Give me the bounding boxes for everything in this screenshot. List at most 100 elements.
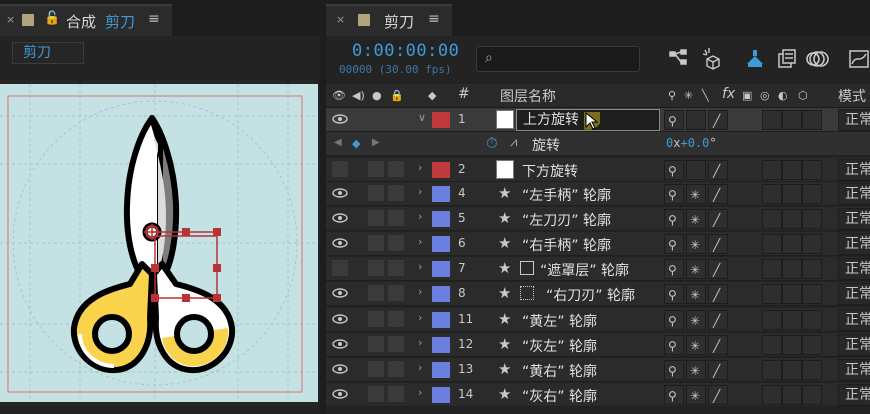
transform-handle[interactable] <box>213 294 221 302</box>
adjustment-switch[interactable] <box>782 184 802 204</box>
layer-row-4[interactable]: › 4 ★ “左手柄” 轮廓 ⚲ ✳ ╱ 正常 <box>326 182 870 206</box>
rotation-value[interactable]: 0x+0.0° <box>666 136 717 150</box>
rotation-property-row[interactable]: ◀ ◆ ▶ ⏱ ⩘ 旋转 0x+0.0° <box>326 132 870 156</box>
timeline-tab[interactable]: × 剪刀 ≡ <box>326 4 452 36</box>
visibility-eye-icon[interactable] <box>332 312 348 326</box>
motion-blur-switch[interactable] <box>762 360 782 380</box>
collapse-switch[interactable]: ✳ <box>686 385 706 405</box>
3d-switch[interactable] <box>802 284 822 304</box>
visibility-eye-icon[interactable] <box>332 112 348 126</box>
shy-switch[interactable]: ⚲ <box>664 209 684 229</box>
chevron-right-icon[interactable]: › <box>418 235 422 248</box>
visibility-eye-icon[interactable] <box>332 236 348 250</box>
adjustment-switch[interactable] <box>782 209 802 229</box>
solo-toggle[interactable] <box>368 336 384 352</box>
solo-icon[interactable]: ● <box>372 89 382 102</box>
visibility-eye-icon[interactable] <box>332 362 348 376</box>
video-eye-icon[interactable]: 👁 <box>332 89 346 102</box>
lock-toggle[interactable] <box>388 386 404 402</box>
shy-switch[interactable]: ⚲ <box>664 184 684 204</box>
lock-toggle[interactable] <box>388 311 404 327</box>
label-color-swatch[interactable] <box>432 261 450 277</box>
quality-switch[interactable]: ╱ <box>708 234 728 254</box>
quality-switch[interactable]: ╱ <box>708 335 728 355</box>
layer-row-12[interactable]: › 12 ★ “灰左” 轮廓 ⚲ ✳ ╱ 正常 <box>326 333 870 357</box>
current-time-display[interactable]: 0:00:00:00 <box>352 41 459 61</box>
transform-handle[interactable] <box>151 294 159 302</box>
transform-handle[interactable] <box>213 228 221 236</box>
chevron-right-icon[interactable]: › <box>418 210 422 223</box>
motion-blur-icon[interactable] <box>806 46 832 72</box>
motion-blur-switch[interactable] <box>762 310 782 330</box>
chevron-down-icon[interactable]: ∨ <box>418 111 426 124</box>
layer-name[interactable]: “左手柄” 轮廓 <box>522 185 611 205</box>
label-color-swatch[interactable] <box>432 362 450 378</box>
stopwatch-icon[interactable]: ⏱ <box>486 134 498 152</box>
layer-row-13[interactable]: › 13 ★ “黄右” 轮廓 ⚲ ✳ ╱ 正常 <box>326 358 870 382</box>
shy-switch[interactable]: ⚲ <box>664 335 684 355</box>
adjustment-switch[interactable] <box>782 335 802 355</box>
adjustment-switch[interactable] <box>782 234 802 254</box>
lock-toggle[interactable] <box>388 361 404 377</box>
shy-switch[interactable]: ⚲ <box>664 360 684 380</box>
motion-blur-switch[interactable] <box>762 110 782 130</box>
chevron-right-icon[interactable]: › <box>418 336 422 349</box>
composition-breadcrumb[interactable]: 剪刀 <box>12 42 84 64</box>
solo-toggle[interactable] <box>368 111 384 127</box>
label-color-swatch[interactable] <box>432 236 450 252</box>
panel-menu-icon[interactable]: ≡ <box>148 11 160 27</box>
layer-row-14[interactable]: › 14 ★ “灰右” 轮廓 ⚲ ✳ ╱ 正常 <box>326 383 870 407</box>
adjustment-switch[interactable] <box>782 160 802 180</box>
blend-mode-select[interactable]: 正常 <box>838 359 870 381</box>
solo-toggle[interactable] <box>368 161 384 177</box>
blend-mode-select[interactable]: 正常 <box>838 258 870 280</box>
layer-row-6[interactable]: › 6 ★ “右手柄” 轮廓 ⚲ ✳ ╱ 正常 <box>326 232 870 256</box>
lock-icon[interactable]: 🔒 <box>390 89 404 102</box>
blend-mode-select[interactable]: 正常 <box>838 159 870 181</box>
collapse-switch[interactable]: ✳ <box>686 360 706 380</box>
shy-switch[interactable]: ⚲ <box>664 310 684 330</box>
graph-icon[interactable]: ⩘ <box>510 135 517 150</box>
collapse-switch[interactable]: ✳ <box>686 184 706 204</box>
transform-handle[interactable] <box>182 294 190 302</box>
layer-row-2[interactable]: › 2 下方旋转 ⚲ ╱ 正常 <box>326 158 870 182</box>
solo-toggle[interactable] <box>368 260 384 276</box>
visibility-toggle[interactable] <box>332 161 348 177</box>
layer-row-8[interactable]: › 8 ★ “右刀刃” 轮廓 ⚲ ✳ ╱ 正常 <box>326 282 870 306</box>
blend-mode-select[interactable]: 正常 <box>838 233 870 255</box>
layer-row-7[interactable]: › 7 ★ “遮罩层” 轮廓 ⚲ ✳ ╱ 正常 <box>326 257 870 281</box>
motion-blur-switch[interactable] <box>762 284 782 304</box>
collapse-switch[interactable]: ✳ <box>686 259 706 279</box>
lock-toggle[interactable] <box>388 210 404 226</box>
collapse-switch[interactable]: ✳ <box>686 284 706 304</box>
solo-toggle[interactable] <box>368 311 384 327</box>
solo-toggle[interactable] <box>368 285 384 301</box>
collapse-switch[interactable]: ✳ <box>686 310 706 330</box>
shy-switch[interactable]: ⚲ <box>664 160 684 180</box>
motion-blur-switch[interactable] <box>762 234 782 254</box>
lock-toggle[interactable] <box>388 235 404 251</box>
quality-switch[interactable]: ╱ <box>708 284 728 304</box>
keyframe-icon[interactable]: ◆ <box>352 137 360 150</box>
blend-mode-select[interactable]: 正常 <box>838 334 870 356</box>
composition-tab[interactable]: × 🔓 合成 剪刀 ≡ <box>0 4 172 36</box>
collapse-switch[interactable] <box>686 110 706 130</box>
chevron-right-icon[interactable]: › <box>418 361 422 374</box>
layer-name[interactable]: “右刀刃” 轮廓 <box>546 285 635 305</box>
transform-handle[interactable] <box>213 264 221 272</box>
shy-switch[interactable]: ⚲ <box>664 234 684 254</box>
blend-mode-select[interactable]: 正常 <box>838 283 870 305</box>
quality-switch[interactable]: ╱ <box>708 360 728 380</box>
layer-name[interactable]: “黄右” 轮廓 <box>522 361 597 381</box>
layer-name[interactable]: “遮罩层” 轮廓 <box>540 260 629 280</box>
label-color-swatch[interactable] <box>432 337 450 353</box>
blend-mode-select[interactable]: 正常 <box>838 109 870 131</box>
composition-viewer[interactable] <box>0 80 318 406</box>
solo-toggle[interactable] <box>368 185 384 201</box>
blend-mode-select[interactable]: 正常 <box>838 309 870 331</box>
3d-switch[interactable] <box>802 360 822 380</box>
3d-switch[interactable] <box>802 110 822 130</box>
lock-toggle[interactable] <box>388 161 404 177</box>
layer-search-input[interactable]: ⌕ <box>476 46 640 72</box>
visibility-eye-icon[interactable] <box>332 286 348 300</box>
